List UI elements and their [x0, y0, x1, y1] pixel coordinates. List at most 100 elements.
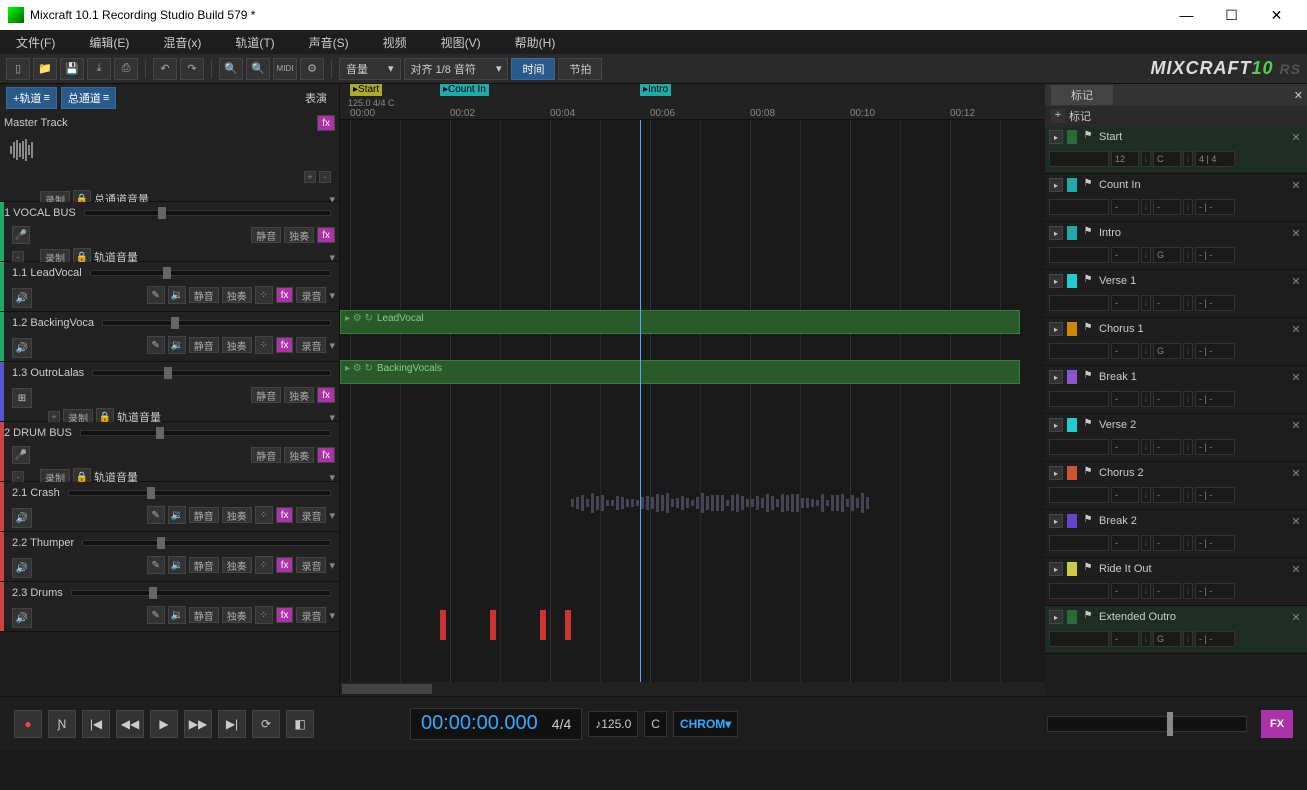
speaker-icon[interactable]: 🔊 [12, 608, 32, 628]
fx-button[interactable]: fx [276, 337, 294, 353]
play-marker-button[interactable]: ▸ [1049, 562, 1063, 576]
marker-item[interactable]: ▸⚑Chorus 2✕-⦙-⦙- | - [1045, 462, 1307, 510]
speaker-icon[interactable]: 🔊 [12, 558, 32, 578]
ruler-marker[interactable]: ▸Intro [640, 84, 671, 96]
marker-key-field[interactable]: - [1153, 199, 1181, 215]
fx-button[interactable]: fx [317, 387, 335, 403]
fx-button[interactable]: fx [276, 287, 294, 303]
punch-button[interactable]: ◧ [286, 710, 314, 738]
volume-slider[interactable] [90, 270, 331, 276]
rewind-button[interactable]: ◀◀ [116, 710, 144, 738]
menu-sound[interactable]: 声音(S) [301, 32, 357, 53]
marker-key-field[interactable]: G [1153, 631, 1181, 647]
delete-marker-button[interactable]: ✕ [1289, 563, 1303, 576]
track-1.2[interactable]: 1.2 BackingVoca🔊✎🔉静音独奏⁘fx录音▾ [0, 312, 339, 362]
metronome-button[interactable]: Ɲ [48, 710, 76, 738]
delete-marker-button[interactable]: ✕ [1289, 227, 1303, 240]
volume-slider[interactable] [68, 490, 331, 496]
marker-time-field[interactable] [1049, 487, 1109, 503]
volume-slider[interactable] [82, 540, 331, 546]
marker-key-field[interactable]: - [1153, 487, 1181, 503]
link-icon[interactable]: ⁘ [255, 286, 273, 304]
volume-slider[interactable] [102, 320, 331, 326]
ruler-marker[interactable]: ▸Start [350, 84, 382, 96]
menu-file[interactable]: 文件(F) [8, 32, 63, 53]
arm-button[interactable]: 录音 [296, 507, 326, 523]
settings-button[interactable]: ⚙ [300, 58, 324, 80]
marker-sig-field[interactable]: 12 [1111, 151, 1139, 167]
menu-view[interactable]: 视图(V) [433, 32, 489, 53]
link-icon[interactable]: ⁘ [255, 606, 273, 624]
marker-time-field[interactable] [1049, 535, 1109, 551]
marker-time-field[interactable] [1049, 631, 1109, 647]
playhead[interactable] [640, 120, 641, 682]
marker-sig-field[interactable]: - [1111, 199, 1139, 215]
solo-button[interactable]: 独奏 [284, 387, 314, 403]
record-button[interactable]: ● [14, 710, 42, 738]
arm-button[interactable]: 录音 [296, 607, 326, 623]
perform-button[interactable]: 表演 [299, 88, 333, 108]
play-marker-button[interactable]: ▸ [1049, 274, 1063, 288]
marker-item[interactable]: ▸⚑Break 1✕-⦙-⦙- | - [1045, 366, 1307, 414]
flag-icon[interactable]: ⚑ [1081, 562, 1095, 576]
midi-note[interactable] [490, 610, 496, 640]
marker-sig-field[interactable]: - [1111, 487, 1139, 503]
pencil-icon[interactable]: ✎ [147, 556, 165, 574]
redo-button[interactable]: ↷ [180, 58, 204, 80]
speaker-icon[interactable]: 🔊 [12, 288, 32, 308]
marker-color-icon[interactable] [1067, 274, 1077, 288]
flag-icon[interactable]: ⚑ [1081, 322, 1095, 336]
mute-button[interactable]: 静音 [189, 557, 219, 573]
delete-marker-button[interactable]: ✕ [1289, 515, 1303, 528]
volume-slider[interactable] [80, 430, 331, 436]
arm-button[interactable]: 录音 [296, 557, 326, 573]
forward-end-button[interactable]: ▶| [218, 710, 246, 738]
marker-color-icon[interactable] [1067, 322, 1077, 336]
marker-time-field[interactable] [1049, 247, 1109, 263]
marker-color-icon[interactable] [1067, 610, 1077, 624]
master-volume-slider[interactable] [1047, 716, 1247, 732]
mute-button[interactable]: 静音 [189, 287, 219, 303]
marker-color-icon[interactable] [1067, 178, 1077, 192]
volume-slider[interactable] [92, 370, 331, 376]
solo-button[interactable]: 独奏 [222, 507, 252, 523]
play-marker-button[interactable]: ▸ [1049, 226, 1063, 240]
marker-sig-field[interactable]: - [1111, 343, 1139, 359]
marker-key-field[interactable]: - [1153, 535, 1181, 551]
track-1[interactable]: 1 VOCAL BUS🎤静音独奏fx-录制🔒轨道音量▾ [0, 202, 339, 262]
delete-marker-button[interactable]: ✕ [1289, 419, 1303, 432]
delete-marker-button[interactable]: ✕ [1289, 323, 1303, 336]
pencil-icon[interactable]: ✎ [147, 506, 165, 524]
marker-sig-field[interactable]: - [1111, 391, 1139, 407]
marker-beat-field[interactable]: 4 | 4 [1195, 151, 1235, 167]
audio-icon[interactable]: 🔉 [168, 336, 186, 354]
marker-time-field[interactable] [1049, 343, 1109, 359]
ruler-marker[interactable]: ▸Count In [440, 84, 489, 96]
marker-beat-field[interactable]: - | - [1195, 295, 1235, 311]
arm-button[interactable]: 录音 [296, 287, 326, 303]
marker-beat-field[interactable]: - | - [1195, 535, 1235, 551]
marker-key-field[interactable]: - [1153, 391, 1181, 407]
marker-color-icon[interactable] [1067, 370, 1077, 384]
audio-icon[interactable]: 🔉 [168, 286, 186, 304]
marker-beat-field[interactable]: - | - [1195, 391, 1235, 407]
delete-marker-button[interactable]: ✕ [1289, 611, 1303, 624]
marker-sig-field[interactable]: - [1111, 439, 1139, 455]
marker-sig-field[interactable]: - [1111, 295, 1139, 311]
marker-beat-field[interactable]: - | - [1195, 487, 1235, 503]
fx-button[interactable]: fx [317, 227, 335, 243]
menu-video[interactable]: 视频 [375, 32, 415, 53]
marker-item[interactable]: ▸⚑Start✕12⦙C⦙4 | 4 [1045, 126, 1307, 174]
save-button[interactable]: 💾 [60, 58, 84, 80]
link-icon[interactable]: ⁘ [255, 556, 273, 574]
link-icon[interactable]: ⁘ [255, 506, 273, 524]
link-icon[interactable]: ⁘ [255, 336, 273, 354]
play-marker-button[interactable]: ▸ [1049, 130, 1063, 144]
pencil-icon[interactable]: ✎ [147, 336, 165, 354]
mute-button[interactable]: 静音 [189, 607, 219, 623]
fx-button[interactable]: fx [317, 447, 335, 463]
play-marker-button[interactable]: ▸ [1049, 178, 1063, 192]
audio-clip[interactable]: ▸ ⚙ ↻BackingVocals [340, 360, 1020, 384]
close-button[interactable]: ✕ [1254, 0, 1299, 30]
marker-beat-field[interactable]: - | - [1195, 439, 1235, 455]
